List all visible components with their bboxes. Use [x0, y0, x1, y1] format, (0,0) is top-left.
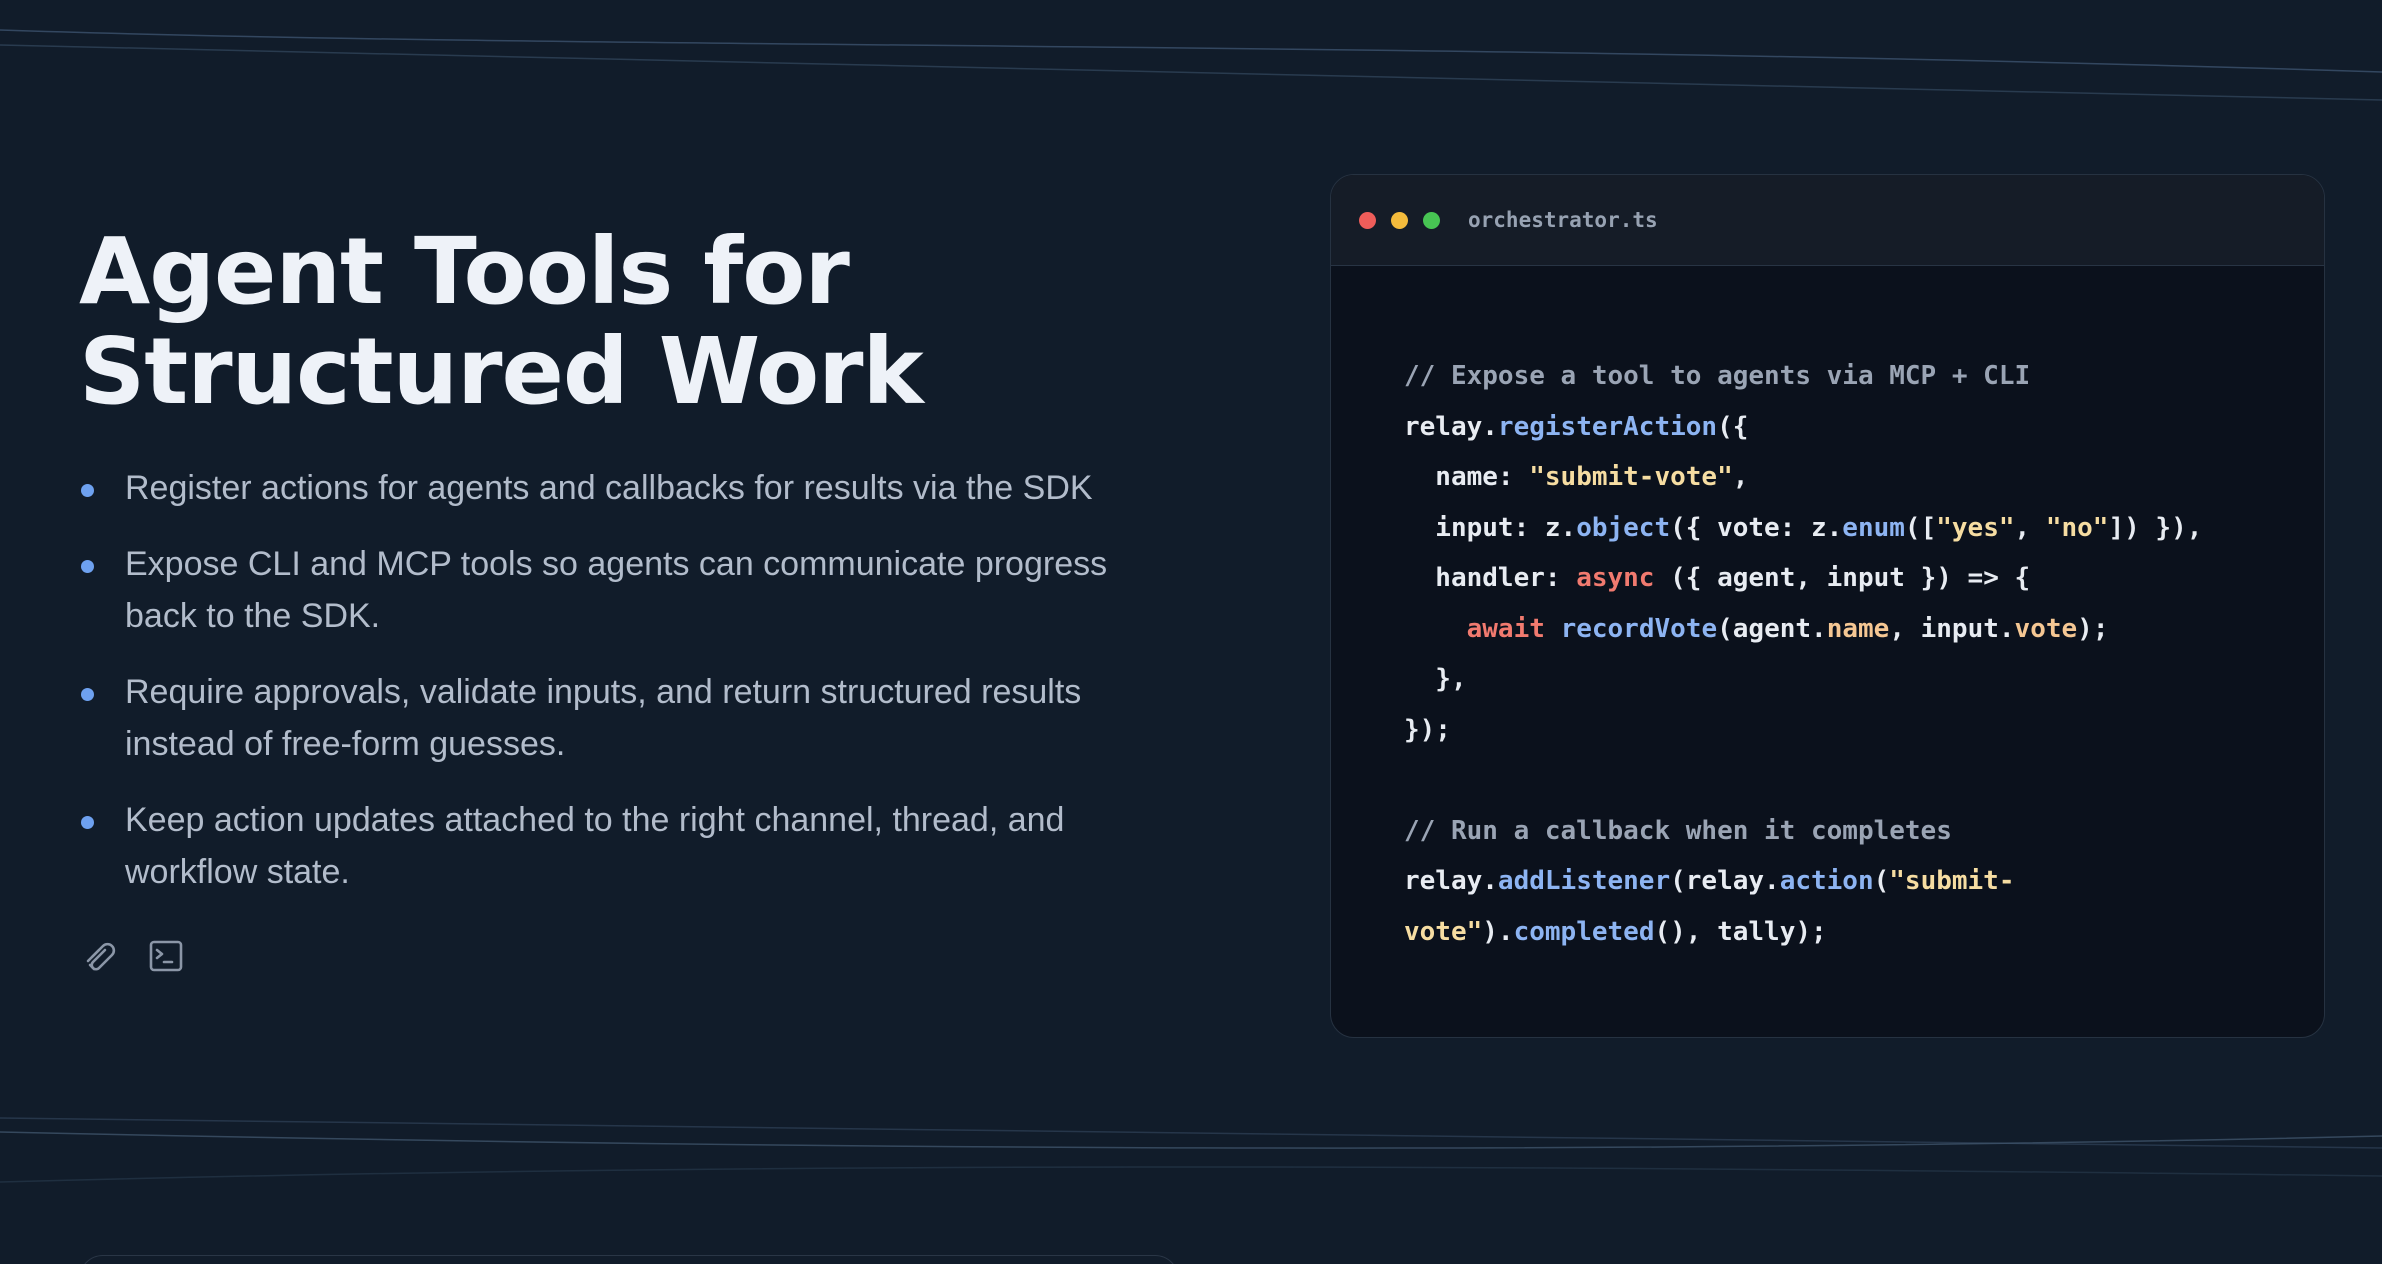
- code-token: enum: [1842, 512, 1905, 543]
- feature-text: Register actions for agents and callback…: [125, 469, 1093, 507]
- window-close-button[interactable]: [1359, 212, 1376, 229]
- code-token: ([: [1904, 512, 1937, 543]
- next-section-card: [79, 1255, 1179, 1264]
- feature-item: Require approvals, validate inputs, and …: [79, 666, 1159, 770]
- code-token: relay.: [1404, 866, 1498, 896]
- code-token: ).: [1482, 916, 1514, 947]
- code-line: // Run a callback when it completes: [1404, 806, 2202, 857]
- feature-text: Require approvals, validate inputs, and …: [125, 673, 1082, 763]
- code-token: },: [1404, 664, 1467, 694]
- window-minimize-button[interactable]: [1391, 212, 1408, 229]
- code-token: ({ agent, input }) => {: [1654, 563, 2031, 593]
- code-token: });: [1404, 714, 1451, 745]
- code-token: "no": [2045, 512, 2109, 543]
- window-maximize-button[interactable]: [1423, 212, 1440, 229]
- paperclip-icon: [86, 942, 116, 971]
- code-window-titlebar: orchestrator.ts: [1331, 175, 2324, 266]
- code-token: ,: [2014, 512, 2046, 543]
- code-line: vote").completed(), tally);: [1404, 907, 2202, 958]
- code-token: recordVote: [1560, 613, 1718, 644]
- code-line: });: [1404, 705, 2202, 756]
- code-token: registerAction: [1497, 411, 1718, 442]
- code-token: name: [1826, 613, 1890, 644]
- code-token: "submit-: [1889, 866, 2015, 896]
- code-line: // Expose a tool to agents via MCP + CLI: [1404, 351, 2202, 402]
- bullet-dot: [81, 816, 94, 829]
- code-token: "yes": [1936, 512, 2015, 543]
- feature-list: Register actions for agents and callback…: [79, 462, 1159, 922]
- code-token: ({ vote: z.: [1670, 512, 1843, 543]
- code-token: vote: [2014, 613, 2078, 644]
- code-token: async: [1576, 563, 1655, 593]
- hero-title-line-1: Agent Tools for: [79, 218, 850, 325]
- code-token: name:: [1404, 462, 1530, 492]
- code-token: vote": [1404, 916, 1483, 947]
- code-token: ({: [1717, 411, 1749, 442]
- feature-item: Register actions for agents and callback…: [79, 462, 1159, 514]
- feature-item: Expose CLI and MCP tools so agents can c…: [79, 538, 1159, 642]
- code-line: input: z.object({ vote: z.enum(["yes", "…: [1404, 503, 2202, 554]
- code-token: completed: [1513, 916, 1655, 947]
- code-line: },: [1404, 654, 2202, 705]
- feature-text: Keep action updates attached to the righ…: [125, 801, 1065, 891]
- code-line: name: "submit-vote",: [1404, 452, 2202, 503]
- code-token: action: [1779, 866, 1874, 896]
- code-token: );: [2077, 613, 2109, 644]
- code-token: handler:: [1404, 563, 1577, 593]
- terminal-icon: [149, 940, 183, 972]
- code-window: orchestrator.ts // Expose a tool to agen…: [1330, 174, 2325, 1038]
- code-token: // Expose a tool to agents via MCP + CLI: [1404, 361, 2031, 391]
- code-token: relay.: [1404, 411, 1498, 442]
- code-token: (agent.: [1717, 613, 1827, 644]
- code-line: handler: async ({ agent, input }) => {: [1404, 553, 2202, 604]
- code-token: // Run a callback when it completes: [1404, 815, 1952, 846]
- code-token: input: z.: [1404, 512, 1577, 543]
- code-token: (relay.: [1670, 866, 1780, 896]
- integration-icons: [82, 936, 186, 976]
- feature-item: Keep action updates attached to the righ…: [79, 794, 1159, 898]
- code-filename: orchestrator.ts: [1468, 208, 1658, 232]
- code-line: relay.registerAction({: [1404, 402, 2202, 453]
- code-token: addListener: [1497, 866, 1671, 896]
- bullet-dot: [81, 484, 94, 497]
- code-token: ,: [1732, 462, 1749, 492]
- code-token: , input.: [1889, 613, 2015, 644]
- code-token: object: [1576, 512, 1671, 543]
- code-token: (), tally);: [1654, 916, 1827, 947]
- code-token: (: [1873, 866, 1890, 896]
- code-line: await recordVote(agent.name, input.vote)…: [1404, 604, 2202, 655]
- code-token: await: [1466, 613, 1545, 644]
- code-line: relay.addListener(relay.action("submit-: [1404, 856, 2202, 907]
- feature-text: Expose CLI and MCP tools so agents can c…: [125, 545, 1108, 635]
- code-token: ]) }),: [2108, 512, 2203, 543]
- hero-title: Agent Tools for Structured Work: [79, 222, 1179, 422]
- hero-title-line-2: Structured Work: [79, 318, 924, 425]
- code-token: "submit-vote": [1529, 462, 1733, 492]
- code-block: // Expose a tool to agents via MCP + CLI…: [1404, 351, 2202, 957]
- bullet-dot: [81, 560, 94, 573]
- bullet-dot: [81, 688, 94, 701]
